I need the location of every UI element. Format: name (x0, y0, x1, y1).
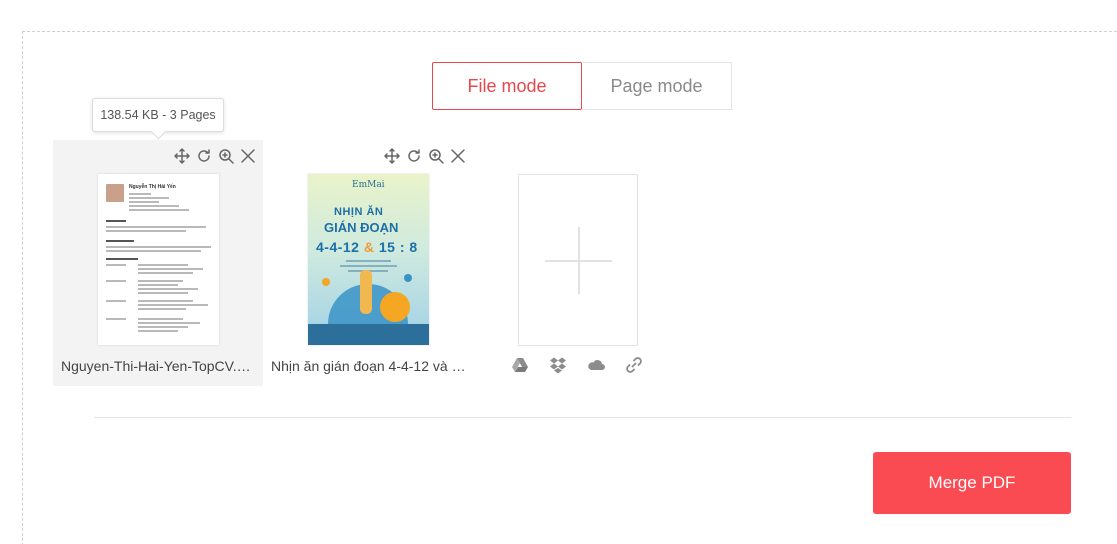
page-mode-button[interactable]: Page mode (582, 62, 732, 110)
card-toolbar (172, 146, 257, 165)
file-thumbnail-poster: EmMai NHỊN ĂN GIÁN ĐOẠN 4-4-12 & 15 : 8 (308, 174, 429, 345)
poster-title-line-2: GIÁN ĐOẠN (324, 220, 399, 235)
file-thumbnail-cv: Nguyễn Thị Hải Yến (98, 174, 219, 345)
file-name: Nguyen-Thi-Hai-Yen-TopCV.vn.pdf (61, 358, 257, 374)
poster-brand: EmMai (352, 180, 385, 190)
divider (94, 417, 1071, 418)
zoom-in-icon[interactable] (426, 146, 445, 165)
file-card[interactable]: EmMai NHỊN ĂN GIÁN ĐOẠN 4-4-12 & 15 : 8 … (263, 140, 473, 386)
zoom-in-icon[interactable] (216, 146, 235, 165)
rotate-icon[interactable] (404, 146, 423, 165)
file-name: Nhịn ăn gián đoạn 4-4-12 và 15:8.pdf (271, 358, 467, 374)
mode-switch: File mode Page mode (432, 62, 732, 110)
close-icon[interactable] (448, 146, 467, 165)
move-icon[interactable] (382, 146, 401, 165)
link-icon[interactable] (624, 355, 644, 375)
merge-pdf-button[interactable]: Merge PDF (873, 452, 1071, 514)
dropbox-icon[interactable] (548, 355, 568, 375)
file-card[interactable]: Nguyễn Thị Hải Yến Nguyen-Thi-Hai-Yen-To… (53, 140, 263, 386)
rotate-icon[interactable] (194, 146, 213, 165)
cloud-source-row (510, 355, 644, 375)
cv-photo (106, 184, 124, 202)
file-info-tooltip: 138.54 KB - 3 Pages (92, 98, 224, 132)
cv-name: Nguyễn Thị Hải Yến (129, 184, 176, 190)
poster-title-line-1: NHỊN ĂN (334, 206, 384, 218)
card-toolbar (382, 146, 467, 165)
poster-title-line-3: 4-4-12 & 15 : 8 (316, 239, 418, 255)
onedrive-icon[interactable] (586, 355, 606, 375)
file-mode-button[interactable]: File mode (432, 62, 582, 110)
close-icon[interactable] (238, 146, 257, 165)
google-drive-icon[interactable] (510, 355, 530, 375)
add-file-button[interactable] (518, 174, 638, 346)
move-icon[interactable] (172, 146, 191, 165)
